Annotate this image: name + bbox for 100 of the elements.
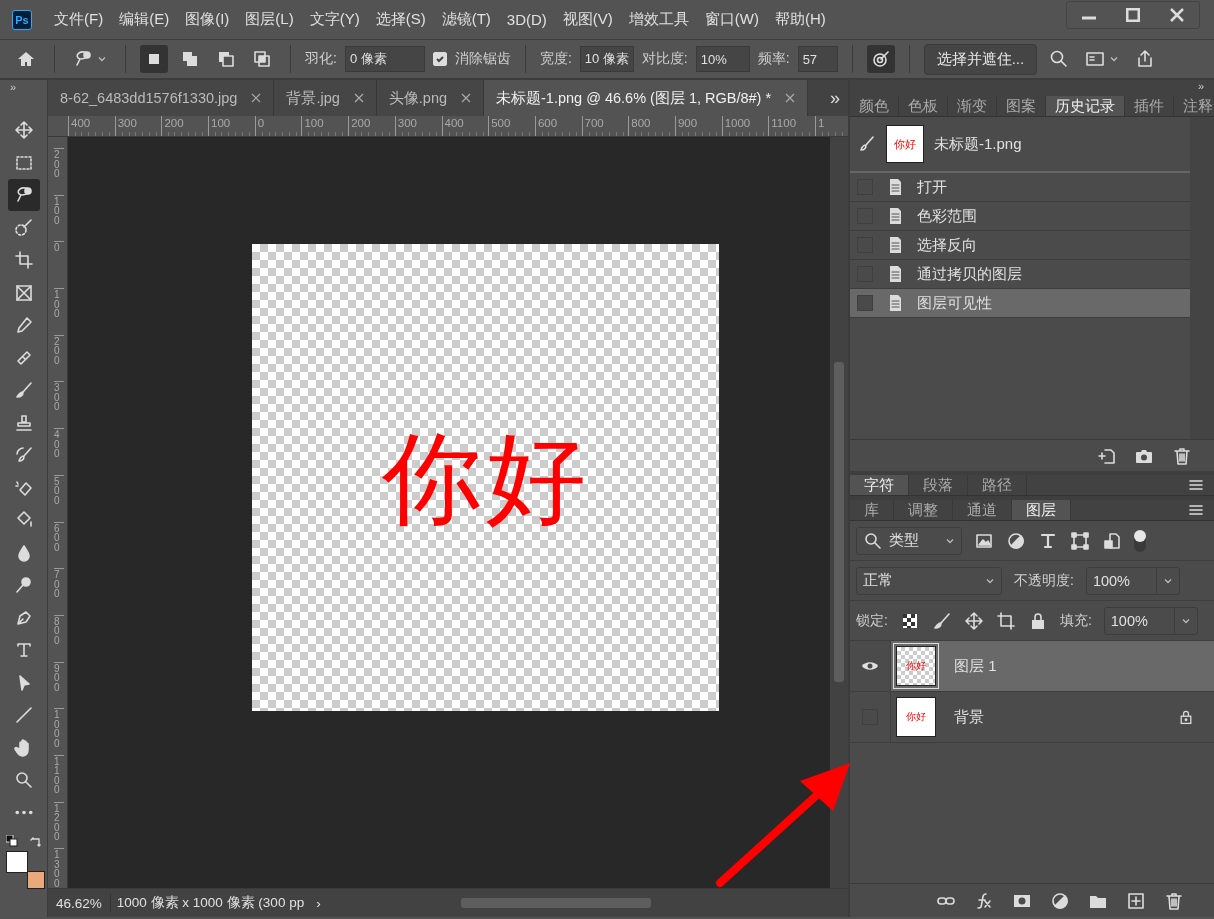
history-brush-icon <box>13 445 34 465</box>
status-menu-caret[interactable]: › <box>310 895 327 911</box>
history-state[interactable]: 图层可见性 <box>850 289 1190 318</box>
adjustment-filter-icon <box>1006 530 1026 551</box>
default-colors-icon[interactable] <box>5 834 18 847</box>
ruler-label: 200 <box>54 148 64 195</box>
contrast-field[interactable]: 10% <box>695 46 750 72</box>
menu-item[interactable]: 文件(F) <box>46 10 112 29</box>
history-state[interactable]: 打开 <box>850 173 1190 202</box>
layer-row[interactable]: 你好 背景 <box>850 692 1214 743</box>
magnetic-lasso-tool[interactable] <box>7 179 40 211</box>
close-icon[interactable] <box>785 93 796 103</box>
frame-icon <box>13 282 34 303</box>
panel-tab[interactable]: 渐变 <box>948 96 997 116</box>
panel-tab[interactable]: 历史记录 <box>1046 96 1125 116</box>
frequency-field[interactable]: 57 <box>797 46 838 72</box>
panel-tab[interactable]: 插件 <box>1125 96 1174 116</box>
history-scrollbar[interactable] <box>1190 117 1214 439</box>
filter-toggle[interactable] <box>1134 529 1146 552</box>
anti-alias-checkbox[interactable] <box>432 52 447 66</box>
menu-item[interactable]: 3D(D) <box>498 11 555 28</box>
check-icon <box>434 54 445 64</box>
menu-item[interactable]: 视图(V) <box>554 10 621 29</box>
intersect-selection-icon-glyph <box>252 49 272 69</box>
ruler-label: 900 <box>54 661 64 709</box>
close-icon[interactable] <box>1170 8 1184 22</box>
anti-alias-label: 消除锯齿 <box>454 50 511 68</box>
scroll-thumb[interactable] <box>834 362 844 682</box>
history-state[interactable]: 选择反向 <box>850 231 1190 260</box>
tabs-overflow-button[interactable]: » <box>822 80 848 116</box>
layer-filter-dropdown[interactable]: 类型 <box>856 526 962 555</box>
feather-field[interactable]: 0 像素 <box>344 46 425 72</box>
shape-filter-icon <box>1070 530 1090 551</box>
menu-item[interactable]: 滤镜(T) <box>433 10 499 29</box>
panel-tab[interactable]: 注释 <box>1174 96 1214 116</box>
quick-selection-icon <box>13 217 34 238</box>
scroll-thumb[interactable] <box>460 898 651 908</box>
history-state[interactable]: 色彩范围 <box>850 202 1190 231</box>
snapshot-thumbnail[interactable]: 你好 <box>886 125 924 163</box>
background-color-swatch[interactable] <box>26 870 45 889</box>
menu-item[interactable]: 选择(S) <box>367 10 434 29</box>
panel-tab[interactable]: 颜色 <box>850 96 899 116</box>
menu-item[interactable]: 文字(Y) <box>301 10 368 29</box>
close-icon[interactable] <box>353 93 364 103</box>
foreground-color-swatch[interactable] <box>5 850 28 873</box>
menu-item[interactable]: 增效工具 <box>620 10 697 29</box>
width-field[interactable]: 10 像素 <box>579 46 634 72</box>
move-icon <box>13 120 34 140</box>
collapse-toggle[interactable]: » <box>0 80 17 96</box>
ruler-label: 800 <box>54 614 64 662</box>
pen-pressure-button[interactable] <box>866 45 895 73</box>
fx-icon <box>974 890 994 911</box>
history-state-label: 通过拷贝的图层 <box>917 264 1022 284</box>
swap-colors-icon[interactable] <box>29 834 42 847</box>
history-state-label: 色彩范围 <box>917 206 977 226</box>
opacity-field[interactable]: 100% <box>1085 566 1180 595</box>
fill-field[interactable]: 100% <box>1103 606 1198 635</box>
ruler-label: 200 <box>54 334 64 382</box>
ruler-label: 600 <box>54 521 64 569</box>
menu-item[interactable]: 窗口(W) <box>696 10 767 29</box>
select-and-mask-button[interactable]: 选择并遮住... <box>923 43 1038 75</box>
menu-item[interactable]: 编辑(E) <box>111 10 178 29</box>
close-icon[interactable] <box>251 93 262 103</box>
trash-icon <box>1164 890 1184 911</box>
document-tab[interactable]: 未标题-1.png @ 46.6% (图层 1, RGB/8#) * <box>484 80 809 116</box>
menu-item[interactable]: 帮助(H) <box>767 10 834 29</box>
panel-tab[interactable]: 段落 <box>909 475 968 495</box>
frequency-label: 频率: <box>757 50 790 68</box>
close-icon[interactable] <box>461 93 472 103</box>
panel-tab[interactable]: 字符 <box>850 475 909 495</box>
panel-tab[interactable]: 库 <box>850 500 894 520</box>
line-icon <box>13 705 34 725</box>
document-info[interactable]: 1000 像素 x 1000 像素 (300 pp <box>109 894 311 912</box>
snapshot-label[interactable]: 未标题-1.png <box>934 134 1022 154</box>
app-logo: Ps <box>12 9 32 30</box>
panel-collapse-toggle[interactable]: » <box>850 80 1214 96</box>
document-tab[interactable]: 头像.png <box>376 80 485 116</box>
maximize-icon[interactable] <box>1126 8 1140 22</box>
document-tab[interactable]: 8-62_6483dd1576f1330.jpg <box>48 80 275 116</box>
menu-item[interactable]: 图像(I) <box>177 10 238 29</box>
menu-item[interactable]: 图层(L) <box>237 10 302 29</box>
target-pen-icon <box>870 49 891 69</box>
contrast-label: 对比度: <box>641 50 688 68</box>
panel-tab[interactable]: 色板 <box>899 96 948 116</box>
ruler-label: 1000 <box>54 708 64 755</box>
layer-thumbnail: 你好 <box>896 646 936 686</box>
new-selection-icon[interactable] <box>140 45 168 73</box>
layer-name[interactable]: 图层 1 <box>954 656 1194 676</box>
artboard-icon <box>995 610 1016 631</box>
blend-mode-dropdown[interactable]: 正常 <box>856 566 1002 595</box>
document-tab[interactable]: 背景.jpg <box>274 80 377 116</box>
panel-tab[interactable]: 调整 <box>894 500 953 520</box>
layer-thumbnail: 你好 <box>896 697 936 737</box>
panel-tab[interactable]: 图层 <box>1012 500 1071 520</box>
brush-icon <box>13 380 34 400</box>
history-state-label: 打开 <box>917 177 947 197</box>
panel-tab[interactable]: 路径 <box>968 475 1027 495</box>
search-icon <box>863 530 883 551</box>
layer-name[interactable]: 背景 <box>954 707 1160 727</box>
history-source-checkbox[interactable] <box>857 295 873 311</box>
